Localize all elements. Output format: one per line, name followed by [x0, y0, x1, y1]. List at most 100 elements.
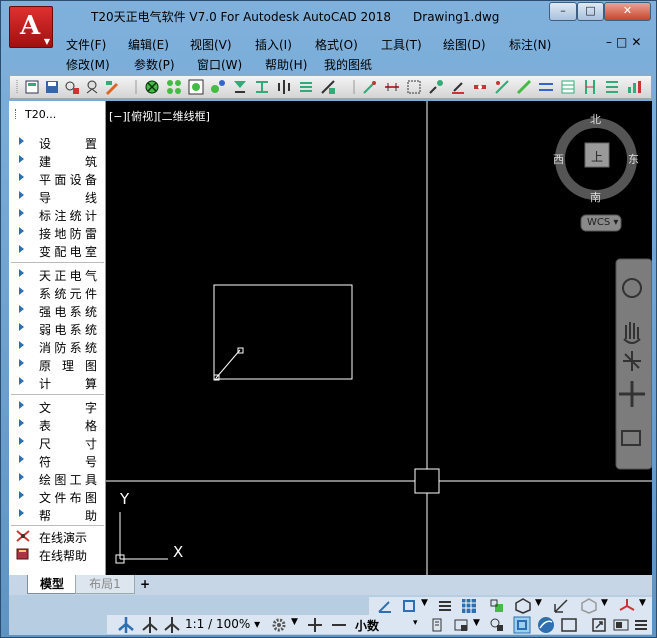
chevron-down-icon[interactable]: ▼ — [535, 598, 542, 608]
fullscreen-icon[interactable] — [591, 617, 607, 633]
menu-group-low-voltage-system[interactable]: 弱电系统 — [9, 319, 106, 337]
document-window-controls[interactable]: –□✕ — [606, 35, 645, 49]
menu-group-table[interactable]: 表格 — [9, 415, 106, 433]
menu-group-annotation-stats[interactable]: 标注统计 — [9, 205, 106, 223]
annotation-scale-icon[interactable] — [163, 616, 181, 634]
drawn-line[interactable] — [215, 349, 241, 379]
hardware-acceleration-icon[interactable] — [513, 616, 531, 634]
chevron-down-icon[interactable]: ▼ — [421, 598, 428, 608]
customization-icon[interactable] — [613, 617, 629, 633]
device-replace-icon[interactable] — [210, 79, 226, 95]
performance-monitor-icon[interactable] — [537, 616, 555, 634]
isolate-objects-icon[interactable] — [489, 617, 505, 633]
minimize-button[interactable]: – — [549, 2, 577, 21]
wire-break-icon[interactable] — [428, 79, 444, 95]
drawing-canvas[interactable]: [−][俯视][二维线框] Y X 北 南 东 西 上 WCS ▾ — [106, 101, 652, 575]
maximize-button[interactable]: □ — [577, 2, 604, 21]
compass-north[interactable]: 北 — [590, 111, 601, 127]
hamburger-menu-icon[interactable] — [633, 617, 649, 633]
clean-screen-icon[interactable] — [561, 617, 577, 633]
multi-device-icon[interactable] — [166, 79, 182, 95]
table-icon[interactable] — [560, 79, 576, 95]
lock-ui-icon[interactable] — [453, 617, 469, 633]
chart-tool-icon[interactable] — [626, 79, 642, 95]
selection-cycling-icon[interactable] — [489, 598, 505, 614]
menu-group-help[interactable]: 帮助 — [9, 505, 106, 523]
chevron-down-icon[interactable]: ▼ — [601, 598, 608, 608]
selection-filter-icon[interactable] — [581, 598, 597, 614]
layout-grid-icon[interactable] — [604, 79, 620, 95]
object-snap-icon[interactable] — [401, 598, 417, 614]
settings-icon[interactable] — [64, 79, 80, 95]
gizmo-icon[interactable] — [619, 598, 635, 614]
device-array-icon[interactable] — [188, 79, 204, 95]
menu-view[interactable]: 视图(V) — [190, 36, 232, 53]
wire-draw-icon[interactable] — [362, 79, 378, 95]
auto-scale-icon[interactable] — [141, 616, 159, 634]
menu-group-schematic[interactable]: 原理图 — [9, 355, 106, 373]
menu-my-drawings[interactable]: 我的图纸 — [324, 56, 372, 73]
gear-icon[interactable] — [271, 617, 287, 633]
online-demo-item[interactable]: 在线演示 — [9, 527, 106, 545]
menu-file[interactable]: 文件(F) — [66, 36, 106, 53]
wire-delete-icon[interactable] — [472, 79, 488, 95]
lamp-icon[interactable] — [232, 79, 248, 95]
menu-parameters[interactable]: 参数(P) — [134, 56, 175, 73]
pen-tool-icon[interactable] — [104, 79, 120, 95]
chevron-down-icon[interactable]: ▼ — [473, 618, 480, 628]
menu-group-grounding-lightning[interactable]: 接地防雷 — [9, 223, 106, 241]
menu-draw[interactable]: 绘图(D) — [443, 36, 486, 53]
annotation-scale-dropdown[interactable]: 1:1 / 100% ▾ — [185, 617, 260, 631]
menu-help[interactable]: 帮助(H) — [265, 56, 307, 73]
new-drawing-icon[interactable] — [24, 79, 40, 95]
plus-icon[interactable] — [307, 617, 323, 633]
menu-tools[interactable]: 工具(T) — [381, 36, 422, 53]
parallel-lines-icon[interactable] — [538, 79, 554, 95]
menu-group-fire-system[interactable]: 消防系统 — [9, 337, 106, 355]
dynamic-ucs-icon[interactable] — [553, 598, 569, 614]
transparency-icon[interactable] — [461, 598, 477, 614]
menu-group-plan-devices[interactable]: 平面设备 — [9, 169, 106, 187]
save-icon[interactable] — [44, 79, 60, 95]
menu-modify[interactable]: 修改(M) — [66, 56, 110, 73]
layer-tool-icon[interactable] — [84, 79, 100, 95]
3d-object-snap-icon[interactable] — [515, 598, 531, 614]
menu-group-substation[interactable]: 变配电室 — [9, 241, 106, 259]
wire-edit-icon[interactable] — [450, 79, 466, 95]
switch-icon[interactable] — [254, 79, 270, 95]
menu-group-symbols[interactable]: 符号 — [9, 451, 106, 469]
menu-dimension[interactable]: 标注(N) — [509, 36, 551, 53]
menu-format[interactable]: 格式(O) — [315, 36, 358, 53]
dashed-box-icon[interactable] — [406, 79, 422, 95]
ortho-angle-icon[interactable] — [377, 598, 393, 614]
online-help-item[interactable]: 在线帮助 — [9, 545, 106, 563]
tab-model[interactable]: 模型 — [27, 575, 77, 594]
rotate-device-icon[interactable] — [320, 79, 336, 95]
menu-group-file-layout[interactable]: 文件布图 — [9, 487, 106, 505]
compass-south[interactable]: 南 — [590, 189, 601, 205]
viewcube-top-label[interactable]: 上 — [591, 148, 603, 165]
chevron-down-icon[interactable]: ▾ — [413, 618, 418, 628]
grip-icon[interactable] — [15, 109, 17, 119]
menu-group-settings[interactable]: 设置 — [9, 133, 106, 151]
application-menu-button[interactable]: A ▼ — [9, 6, 53, 48]
quick-properties-icon[interactable] — [429, 617, 445, 633]
lineweight-icon[interactable] — [437, 598, 453, 614]
wire-connect-icon[interactable] — [384, 79, 400, 95]
menu-insert[interactable]: 插入(I) — [255, 36, 292, 53]
menu-group-text[interactable]: 文字 — [9, 397, 106, 415]
minus-icon[interactable] — [331, 617, 347, 633]
distribute-icon[interactable] — [276, 79, 292, 95]
grip-point[interactable] — [237, 347, 244, 354]
compass-west[interactable]: 西 — [553, 151, 564, 167]
menu-group-dimension[interactable]: 尺寸 — [9, 433, 106, 451]
menu-group-power-system[interactable]: 强电系统 — [9, 301, 106, 319]
annotation-visibility-icon[interactable] — [117, 616, 135, 634]
menu-group-wires[interactable]: 导线 — [9, 187, 106, 205]
wire-tag-icon[interactable] — [516, 79, 532, 95]
menu-group-architecture[interactable]: 建筑 — [9, 151, 106, 169]
menu-group-system-components[interactable]: 系统元件 — [9, 283, 106, 301]
device-symbol-icon[interactable] — [144, 79, 160, 95]
close-button[interactable]: ✕ — [604, 2, 651, 21]
align-icon[interactable] — [298, 79, 314, 95]
